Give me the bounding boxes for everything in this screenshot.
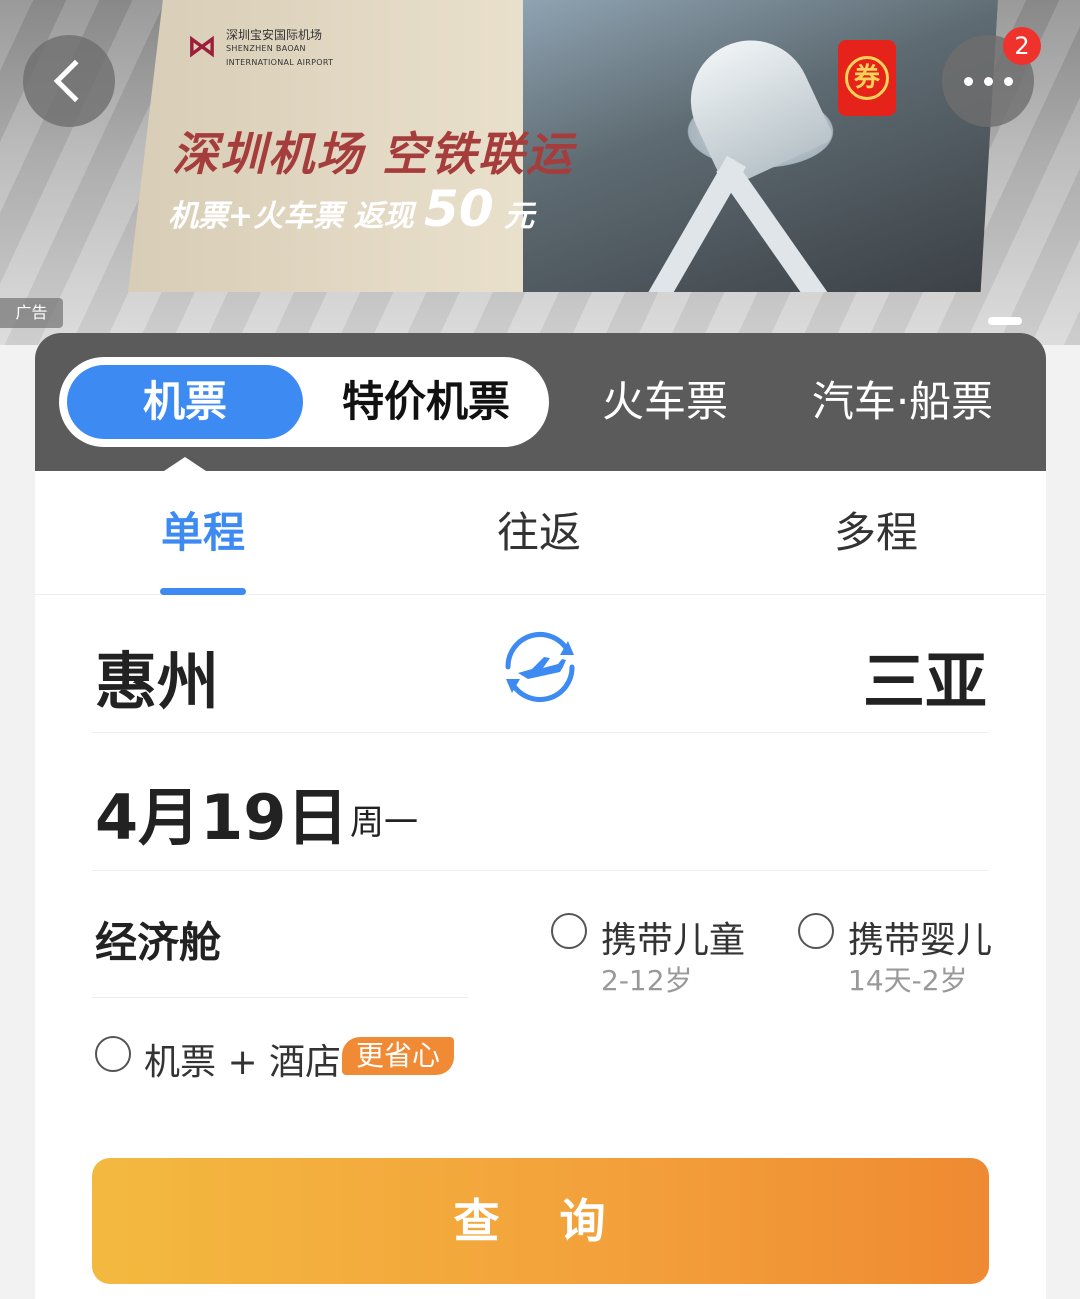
notification-badge: 2 [1003,27,1041,65]
departure-weekday: 周一 [350,803,418,843]
tab-round-trip[interactable]: 往返 [439,499,639,560]
departure-date: 4月19日 [95,781,349,854]
promo-badge: 更省心 [342,1037,455,1075]
terminal-shape [671,20,835,190]
child-option-label[interactable]: 携带儿童 [601,911,745,963]
route-row: 惠州 三亚 [92,595,989,733]
coupon-button[interactable]: 券 [838,40,896,116]
airport-name-en-1: SHENZHEN BAOAN [226,44,306,53]
tab-special-flight[interactable]: 特价机票 [321,365,531,439]
infant-radio[interactable] [798,913,834,949]
cabin-class-selector[interactable]: 经济舱 [92,871,468,998]
airport-name-en-2: INTERNATIONAL AIRPORT [226,58,334,67]
chevron-left-icon [53,59,97,103]
ad-sub-amount: 50 [424,180,494,238]
flight-hotel-option[interactable]: 机票 + 酒店 更省心 [92,1033,592,1093]
child-radio[interactable] [551,913,587,949]
tab-train[interactable]: 火车票 [595,370,735,434]
child-age-range: 2-12岁 [601,964,693,997]
category-tabbar: 机票 特价机票 火车票 汽车·船票 [35,333,1046,473]
tab-flight[interactable]: 机票 [67,365,303,439]
swap-cities-icon[interactable] [498,625,582,709]
infant-option-label[interactable]: 携带婴儿 [848,911,992,963]
arrival-city[interactable]: 三亚 [863,631,987,721]
cabin-class-label: 经济舱 [95,918,222,967]
flight-tab-group: 机票 特价机票 [59,357,549,447]
date-row[interactable]: 4月19日 周一 [92,733,989,871]
carousel-indicator [988,317,1022,325]
tab-multi-city[interactable]: 多程 [776,499,976,560]
airport-logo-icon: ⋈ [187,29,217,64]
ad-sub-prefix: 机票+火车票 返现 [168,199,414,234]
departure-city[interactable]: 惠州 [95,631,219,721]
ad-sub-unit: 元 [504,199,535,234]
airport-logo-text: 深圳宝安国际机场 SHENZHEN BAOAN INTERNATIONAL AI… [226,28,333,70]
search-button[interactable]: 查 询 [92,1158,989,1284]
trip-type-tabs: 单程 往返 多程 [35,471,1046,595]
ad-banner[interactable]: ⋈ 深圳宝安国际机场 SHENZHEN BAOAN INTERNATIONAL … [0,0,1080,345]
flight-hotel-radio[interactable] [95,1036,131,1072]
tab-bus-ship[interactable]: 汽车·船票 [795,370,1010,434]
ad-tag: 广告 [0,298,63,328]
active-tab-underline [160,588,246,595]
airport-photo [523,0,998,292]
more-dot-icon [1003,76,1013,86]
pier-shape [641,155,747,292]
ad-headline: 深圳机场 空铁联运 [172,127,575,181]
coupon-icon: 券 [845,56,889,100]
booking-card: 机票 特价机票 火车票 汽车·船票 单程 往返 多程 惠州 三亚 4月19日 周… [35,333,1046,1299]
infant-age-range: 14天-2岁 [848,964,968,997]
tab-one-way[interactable]: 单程 [103,499,303,560]
airport-name-cn: 深圳宝安国际机场 [226,28,323,42]
back-button[interactable] [23,35,115,127]
flight-hotel-label[interactable]: 机票 + 酒店 [144,1033,341,1085]
more-dot-icon [963,76,973,86]
ad-subline: 机票+火车票 返现 50 元 [168,180,534,238]
more-dot-icon [983,76,993,86]
